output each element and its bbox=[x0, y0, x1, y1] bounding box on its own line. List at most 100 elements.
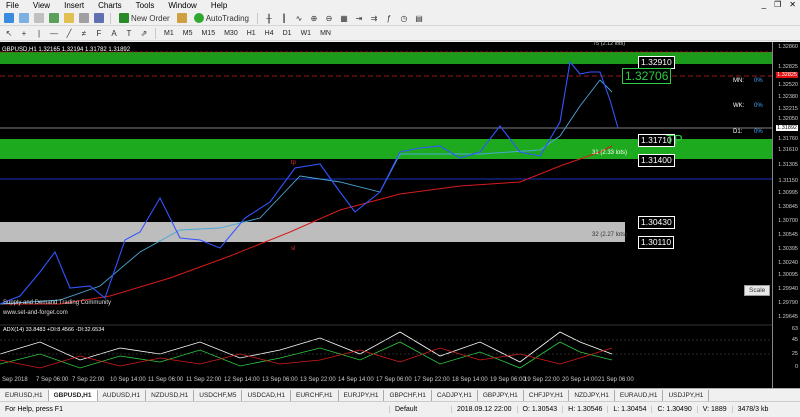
tab-audusd[interactable]: AUDUSD,H1 bbox=[98, 390, 147, 401]
lots-31-label: 31 (2.33 lots) bbox=[592, 150, 628, 156]
terminal-icon[interactable] bbox=[78, 12, 90, 24]
periods-icon[interactable]: ◷ bbox=[398, 12, 410, 24]
menu-file[interactable]: File bbox=[0, 0, 27, 11]
profiles-icon[interactable] bbox=[18, 12, 30, 24]
tab-gbpchf[interactable]: GBPCHF,H1 bbox=[384, 390, 432, 401]
autotrading-button[interactable]: AutoTrading bbox=[191, 12, 252, 24]
close-icon[interactable]: ✕ bbox=[789, 0, 796, 9]
y-tick: 1.30095 bbox=[778, 272, 798, 278]
cursor-icon[interactable]: ↖ bbox=[3, 27, 15, 39]
price-box-5: 1.30110 bbox=[638, 236, 675, 249]
indicators-icon[interactable]: ƒ bbox=[383, 12, 395, 24]
tab-cadjpy[interactable]: CADJPY,H1 bbox=[432, 390, 478, 401]
tab-chfjpy[interactable]: CHFJPY,H1 bbox=[524, 390, 570, 401]
new-chart-icon[interactable] bbox=[3, 12, 15, 24]
line-chart-icon[interactable]: ∿ bbox=[293, 12, 305, 24]
y-tick: 1.29940 bbox=[778, 286, 798, 292]
zoom-out-icon[interactable]: ⊖ bbox=[323, 12, 335, 24]
vertical-line-icon[interactable]: | bbox=[33, 27, 45, 39]
x-tick: Sep 2018 bbox=[2, 377, 28, 383]
menu-window[interactable]: Window bbox=[162, 0, 204, 11]
price-box-3: 1.31400 bbox=[638, 154, 675, 167]
price-axis[interactable]: 1.32860 1.32825 1.32825 1.32520 1.32380 … bbox=[772, 42, 800, 388]
tab-eurusd[interactable]: EURUSD,H1 bbox=[0, 390, 49, 401]
channel-icon[interactable]: ≠ bbox=[78, 27, 90, 39]
strategy-tester-icon[interactable] bbox=[93, 12, 105, 24]
x-tick: 11 Sep 06:00 bbox=[148, 377, 184, 383]
crosshair-icon[interactable]: + bbox=[18, 27, 30, 39]
chart-canvas[interactable] bbox=[0, 42, 772, 388]
tab-usdjpy[interactable]: USDJPY,H1 bbox=[663, 390, 710, 401]
minimize-icon[interactable]: _ bbox=[762, 0, 766, 9]
new-order-button[interactable]: New Order bbox=[116, 12, 173, 24]
timeframe-m30[interactable]: M30 bbox=[221, 30, 241, 37]
market-watch-icon[interactable] bbox=[33, 12, 45, 24]
tile-windows-icon[interactable]: ▦ bbox=[338, 12, 350, 24]
tab-usdchf[interactable]: USDCHF,M5 bbox=[194, 390, 243, 401]
status-time: 2018.09.12 22:00 bbox=[452, 406, 518, 413]
status-profile: Default bbox=[390, 406, 452, 413]
status-volume: V: 1889 bbox=[698, 406, 733, 413]
label-icon[interactable]: T bbox=[123, 27, 135, 39]
status-bar: For Help, press F1 Default 2018.09.12 22… bbox=[0, 401, 800, 417]
y-tick: 1.30545 bbox=[778, 232, 798, 238]
x-tick: 11 Sep 22:00 bbox=[186, 377, 222, 383]
menu-view[interactable]: View bbox=[27, 0, 58, 11]
menu-bar: File View Insert Charts Tools Window Hel… bbox=[0, 0, 800, 11]
tab-nzdusd[interactable]: NZDUSD,H1 bbox=[146, 390, 195, 401]
y-tick: 1.31610 bbox=[778, 147, 798, 153]
templates-icon[interactable]: ▤ bbox=[413, 12, 425, 24]
y-tick: 1.30700 bbox=[778, 218, 798, 224]
x-tick: 20 Sep 14:00 bbox=[562, 377, 598, 383]
tab-nzdjpy[interactable]: NZDJPY,H1 bbox=[569, 390, 615, 401]
tab-gbpjpy[interactable]: GBPJPY,H1 bbox=[478, 390, 524, 401]
autotrading-icon bbox=[193, 13, 204, 23]
mn-label: MN: bbox=[733, 78, 744, 84]
candlestick-icon[interactable]: ┃ bbox=[278, 12, 290, 24]
navigator-icon[interactable] bbox=[48, 12, 60, 24]
toolbar-separator bbox=[155, 27, 156, 39]
autoscroll-icon[interactable]: ⇉ bbox=[368, 12, 380, 24]
timeframe-d1[interactable]: D1 bbox=[280, 30, 295, 37]
menu-insert[interactable]: Insert bbox=[58, 0, 92, 11]
menu-help[interactable]: Help bbox=[205, 0, 235, 11]
x-tick: 18 Sep 14:00 bbox=[452, 377, 488, 383]
timeframe-m15[interactable]: M15 bbox=[198, 30, 218, 37]
fibonacci-icon[interactable]: F bbox=[93, 27, 105, 39]
tab-usdcad[interactable]: USDCAD,H1 bbox=[242, 390, 292, 401]
scale-button[interactable]: Scale bbox=[744, 285, 771, 296]
adx-tick: 25 bbox=[791, 351, 798, 357]
timeframe-m5[interactable]: M5 bbox=[180, 30, 196, 37]
tab-gbpusd[interactable]: GBPUSD,H1 bbox=[48, 390, 98, 401]
menu-tools[interactable]: Tools bbox=[130, 0, 163, 11]
chart-shift-icon[interactable]: ⇥ bbox=[353, 12, 365, 24]
restore-icon[interactable]: ❐ bbox=[774, 0, 781, 9]
text-icon[interactable]: A bbox=[108, 27, 120, 39]
horizontal-line-icon[interactable]: — bbox=[48, 27, 60, 39]
y-tick: 1.31150 bbox=[778, 178, 798, 184]
timeframe-w1[interactable]: W1 bbox=[298, 30, 315, 37]
timeframe-h4[interactable]: H4 bbox=[262, 30, 277, 37]
mn-value: 0% bbox=[754, 78, 763, 84]
metaeditor-icon[interactable] bbox=[176, 12, 188, 24]
menu-charts[interactable]: Charts bbox=[92, 0, 130, 11]
trendline-icon[interactable]: ╱ bbox=[63, 27, 75, 39]
zoom-in-icon[interactable]: ⊕ bbox=[308, 12, 320, 24]
adx-plus-di-line bbox=[0, 341, 613, 369]
arrows-icon[interactable]: ⇗ bbox=[138, 27, 150, 39]
tab-eurjpy[interactable]: EURJPY,H1 bbox=[339, 390, 385, 401]
bar-chart-icon[interactable]: ╫ bbox=[263, 12, 275, 24]
chart-window[interactable]: GBPUSD,H1 1.32165 1.32194 1.31782 1.3189… bbox=[0, 41, 800, 388]
tab-euraud[interactable]: EURAUD,H1 bbox=[615, 390, 664, 401]
timeframe-mn[interactable]: MN bbox=[317, 30, 334, 37]
data-window-icon[interactable] bbox=[63, 12, 75, 24]
timeframe-h1[interactable]: H1 bbox=[244, 30, 259, 37]
price-box-4: 1.30430 bbox=[638, 216, 675, 229]
timeframe-m1[interactable]: M1 bbox=[161, 30, 177, 37]
adx-indicator-label: ADX(14) 33.8483 +DI:8.4566 -DI:32.6534 bbox=[3, 327, 105, 333]
tab-eurchf[interactable]: EURCHF,H1 bbox=[291, 390, 339, 401]
y-tick: 1.32380 bbox=[778, 94, 798, 100]
wk-value: 0% bbox=[754, 103, 763, 109]
time-axis[interactable]: Sep 2018 7 Sep 06:00 7 Sep 22:00 10 Sep … bbox=[0, 372, 772, 388]
status-help: For Help, press F1 bbox=[0, 406, 390, 413]
